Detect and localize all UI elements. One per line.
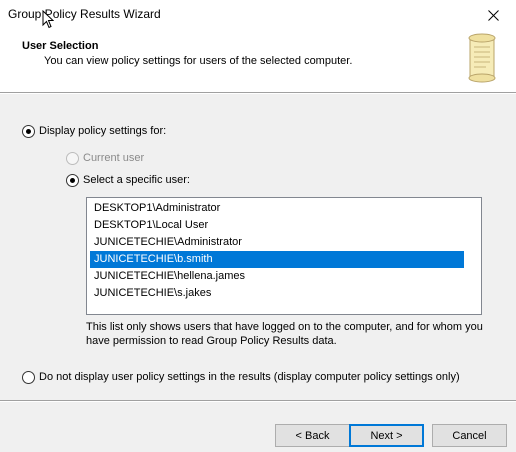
specific-user-radio[interactable] — [66, 174, 79, 187]
page-subtitle: You can view policy settings for users o… — [44, 55, 353, 67]
close-icon — [487, 9, 499, 21]
display-settings-label[interactable]: Display policy settings for: — [39, 125, 166, 137]
current-user-radio[interactable] — [66, 152, 79, 165]
list-item-user[interactable]: JUNICETECHIE\s.jakes — [90, 285, 464, 302]
specific-user-label[interactable]: Select a specific user: — [83, 174, 190, 186]
title-bar: Group Policy Results Wizard — [0, 0, 516, 32]
list-item-user[interactable]: DESKTOP1\Local User — [90, 217, 464, 234]
list-note: This list only shows users that have log… — [86, 321, 483, 347]
page-title: User Selection — [22, 40, 99, 52]
scroll-icon — [468, 33, 496, 83]
no-display-label[interactable]: Do not display user policy settings in t… — [39, 371, 460, 383]
close-button[interactable] — [470, 0, 516, 30]
no-display-radio[interactable] — [22, 371, 35, 384]
window-title: Group Policy Results Wizard — [8, 7, 161, 21]
mouse-pointer-icon — [42, 10, 54, 29]
list-item-user[interactable]: JUNICETECHIE\hellena.james — [90, 268, 464, 285]
user-listbox[interactable]: DESKTOP1\Administrator DESKTOP1\Local Us… — [86, 197, 482, 315]
back-button[interactable]: < Back — [275, 424, 350, 447]
display-settings-radio[interactable] — [22, 125, 35, 138]
wizard-header: User Selection You can view policy setti… — [0, 32, 516, 92]
list-item-user[interactable]: JUNICETECHIE\Administrator — [90, 234, 464, 251]
next-button[interactable]: Next > — [349, 424, 424, 447]
list-item-user[interactable]: DESKTOP1\Administrator — [90, 200, 464, 217]
cancel-button[interactable]: Cancel — [432, 424, 507, 447]
footer-divider — [0, 400, 516, 402]
list-item-user-selected[interactable]: JUNICETECHIE\b.smith — [90, 251, 464, 268]
header-divider — [0, 92, 516, 94]
current-user-label[interactable]: Current user — [83, 152, 144, 164]
